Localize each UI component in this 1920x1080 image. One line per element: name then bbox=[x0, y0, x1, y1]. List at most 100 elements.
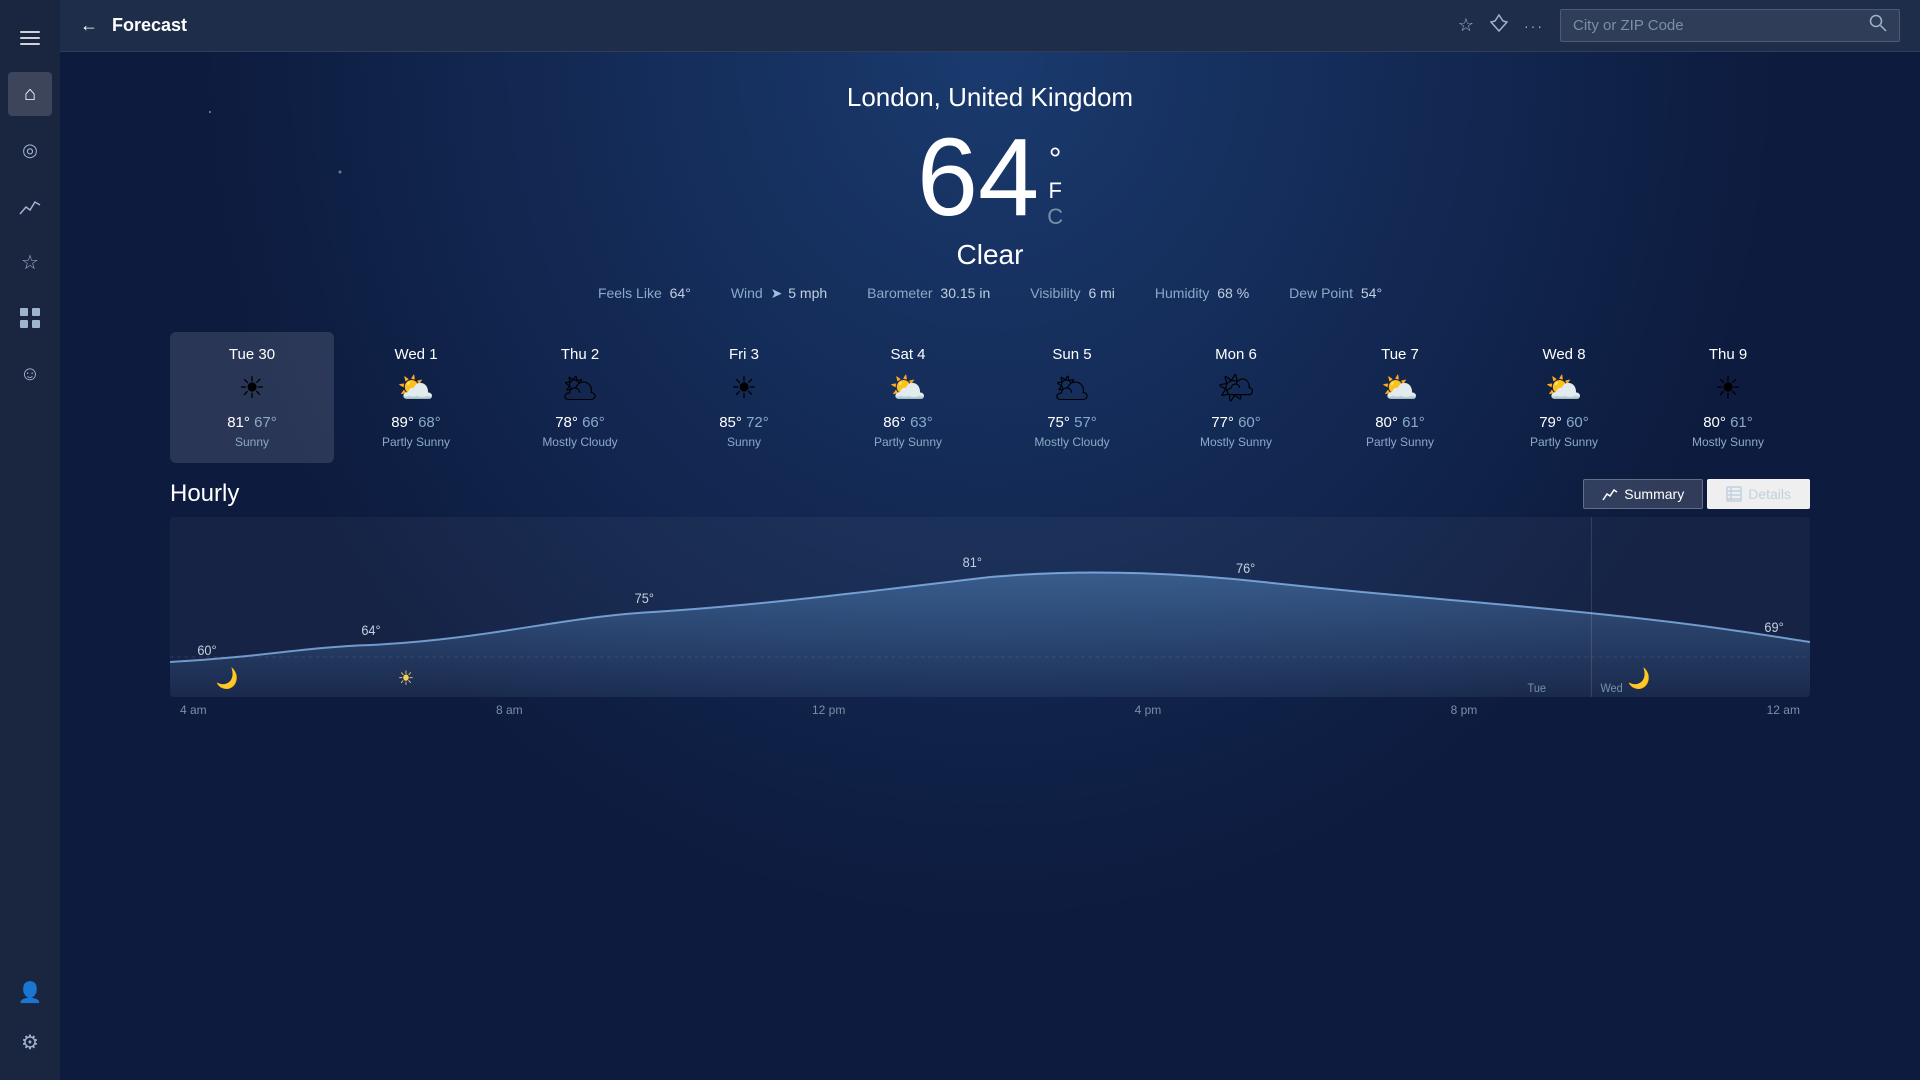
day-temps: 86° 63° bbox=[883, 414, 933, 431]
day-name: Fri 3 bbox=[729, 346, 759, 363]
weather-details: Feels Like 64° Wind ➤ 5 mph Barometer 30… bbox=[60, 285, 1920, 302]
day-icon: ☀ bbox=[1715, 371, 1742, 406]
weather-content: London, United Kingdom 64 ° F C Clear Fe… bbox=[60, 52, 1920, 1080]
sidebar-settings-icon[interactable]: ⚙ bbox=[8, 1020, 52, 1064]
feels-like-label: Feels Like bbox=[598, 285, 662, 301]
fahrenheit-button[interactable]: F bbox=[1047, 178, 1063, 204]
back-button[interactable]: ← bbox=[80, 15, 98, 36]
svg-text:🌙: 🌙 bbox=[216, 666, 239, 690]
day-icon: ☀ bbox=[731, 371, 758, 406]
day-temps: 85° 72° bbox=[719, 414, 769, 431]
hour-label-8am: 8 am bbox=[496, 703, 523, 717]
hour-labels: 4 am 8 am 12 pm 4 pm 8 pm 12 am bbox=[170, 697, 1810, 717]
day-condition: Sunny bbox=[235, 435, 269, 449]
day-condition: Partly Sunny bbox=[382, 435, 450, 449]
current-temp: 64 bbox=[917, 123, 1039, 233]
feels-like: Feels Like 64° bbox=[598, 285, 691, 302]
chart-svg: 60° 64° 75° 81° 76° 69° 🌙 ☀ 🌙 Tue Wed bbox=[170, 517, 1810, 697]
hour-label-8pm: 8 pm bbox=[1451, 703, 1478, 717]
city-name: London, United Kingdom bbox=[60, 82, 1920, 113]
svg-text:Tue: Tue bbox=[1528, 683, 1546, 696]
dewpoint-label: Dew Point bbox=[1289, 285, 1353, 301]
forecast-day-Mon-6[interactable]: Mon 6 🌤 77° 60° Mostly Sunny bbox=[1154, 332, 1318, 463]
forecast-day-Thu-9[interactable]: Thu 9 ☀ 80° 61° Mostly Sunny bbox=[1646, 332, 1810, 463]
forecast-day-Wed-8[interactable]: Wed 8 ⛅ 79° 60° Partly Sunny bbox=[1482, 332, 1646, 463]
favorite-icon[interactable]: ☆ bbox=[1458, 15, 1474, 36]
current-weather: London, United Kingdom 64 ° F C Clear Fe… bbox=[60, 52, 1920, 322]
day-icon: 🌤 bbox=[1217, 371, 1255, 406]
details-tab[interactable]: Details bbox=[1707, 479, 1810, 509]
day-name: Thu 9 bbox=[1709, 346, 1747, 363]
day-name: Tue 7 bbox=[1381, 346, 1419, 363]
sidebar-user-icon[interactable]: 👤 bbox=[8, 970, 52, 1014]
sidebar-grid-icon[interactable] bbox=[8, 296, 52, 340]
degree-symbol: ° bbox=[1047, 141, 1063, 178]
visibility-label: Visibility bbox=[1030, 285, 1080, 301]
svg-text:🌙: 🌙 bbox=[1628, 666, 1651, 690]
barometer-val: 30.15 in bbox=[940, 285, 990, 301]
sidebar-star-icon[interactable]: ☆ bbox=[8, 240, 52, 284]
more-icon[interactable]: ··· bbox=[1524, 18, 1544, 34]
dew-point: Dew Point 54° bbox=[1289, 285, 1382, 302]
wind-val: 5 mph bbox=[788, 285, 827, 301]
sidebar-chart-icon[interactable] bbox=[8, 184, 52, 228]
hamburger-menu-icon[interactable] bbox=[8, 16, 52, 60]
wind: Wind ➤ 5 mph bbox=[731, 285, 827, 302]
day-condition: Partly Sunny bbox=[874, 435, 942, 449]
summary-tab-label: Summary bbox=[1624, 486, 1684, 502]
day-icon: 🌥 bbox=[1053, 371, 1091, 406]
sidebar-home-icon[interactable]: ⌂ bbox=[8, 72, 52, 116]
day-name: Tue 30 bbox=[229, 346, 275, 363]
sidebar-target-icon[interactable]: ◎ bbox=[8, 128, 52, 172]
detail-row-2: Visibility 6 mi Humidity 68 % Dew Point … bbox=[1030, 285, 1382, 302]
hourly-title: Hourly bbox=[170, 480, 239, 508]
day-temps: 78° 66° bbox=[555, 414, 605, 431]
forecast-strip: Tue 30 ☀ 81° 67° Sunny Wed 1 ⛅ 89° 68° P… bbox=[60, 322, 1920, 463]
wind-label: Wind bbox=[731, 285, 763, 301]
barometer-label: Barometer bbox=[867, 285, 932, 301]
day-name: Thu 2 bbox=[561, 346, 599, 363]
pin-icon[interactable] bbox=[1490, 14, 1508, 37]
app-header: ← Forecast ☆ ··· bbox=[60, 0, 1920, 52]
celsius-button[interactable]: C bbox=[1047, 204, 1063, 230]
day-condition: Mostly Cloudy bbox=[542, 435, 617, 449]
day-temps: 79° 60° bbox=[1539, 414, 1589, 431]
day-condition: Mostly Cloudy bbox=[1034, 435, 1109, 449]
forecast-day-Wed-1[interactable]: Wed 1 ⛅ 89° 68° Partly Sunny bbox=[334, 332, 498, 463]
sidebar-smiley-icon[interactable]: ☺ bbox=[8, 352, 52, 396]
day-temps: 81° 67° bbox=[227, 414, 277, 431]
svg-text:76°: 76° bbox=[1236, 560, 1255, 576]
hour-label-12am: 12 am bbox=[1767, 703, 1800, 717]
day-icon: ⛅ bbox=[397, 371, 434, 406]
day-name: Sun 5 bbox=[1052, 346, 1091, 363]
svg-text:75°: 75° bbox=[635, 590, 654, 606]
day-condition: Partly Sunny bbox=[1366, 435, 1434, 449]
day-name: Wed 1 bbox=[394, 346, 437, 363]
forecast-day-Thu-2[interactable]: Thu 2 🌥 78° 66° Mostly Cloudy bbox=[498, 332, 662, 463]
hour-label-4am: 4 am bbox=[180, 703, 207, 717]
day-temps: 80° 61° bbox=[1703, 414, 1753, 431]
forecast-day-Sat-4[interactable]: Sat 4 ⛅ 86° 63° Partly Sunny bbox=[826, 332, 990, 463]
hour-label-12pm: 12 pm bbox=[812, 703, 845, 717]
detail-row-1: Feels Like 64° Wind ➤ 5 mph Barometer 30… bbox=[598, 285, 990, 302]
day-icon: ⛅ bbox=[1545, 371, 1582, 406]
forecast-day-Sun-5[interactable]: Sun 5 🌥 75° 57° Mostly Cloudy bbox=[990, 332, 1154, 463]
hourly-header: Hourly Summary bbox=[170, 479, 1810, 509]
day-icon: ☀ bbox=[239, 371, 266, 406]
header-actions: ☆ ··· bbox=[1458, 9, 1900, 42]
visibility: Visibility 6 mi bbox=[1030, 285, 1115, 302]
humidity-label: Humidity bbox=[1155, 285, 1209, 301]
day-icon: 🌥 bbox=[561, 371, 599, 406]
forecast-day-Tue-7[interactable]: Tue 7 ⛅ 80° 61° Partly Sunny bbox=[1318, 332, 1482, 463]
forecast-day-Fri-3[interactable]: Fri 3 ☀ 85° 72° Sunny bbox=[662, 332, 826, 463]
search-input[interactable] bbox=[1573, 17, 1861, 34]
search-submit-icon[interactable] bbox=[1869, 14, 1887, 37]
forecast-day-Tue-30[interactable]: Tue 30 ☀ 81° 67° Sunny bbox=[170, 332, 334, 463]
day-condition: Mostly Sunny bbox=[1200, 435, 1272, 449]
main-content: ← Forecast ☆ ··· bbox=[60, 0, 1920, 1080]
svg-text:69°: 69° bbox=[1764, 619, 1783, 635]
svg-text:Wed: Wed bbox=[1600, 683, 1622, 696]
temp-unit-col: ° F C bbox=[1047, 123, 1063, 230]
hourly-chart: 60° 64° 75° 81° 76° 69° 🌙 ☀ 🌙 Tue Wed bbox=[170, 517, 1810, 697]
summary-tab[interactable]: Summary bbox=[1583, 479, 1703, 509]
